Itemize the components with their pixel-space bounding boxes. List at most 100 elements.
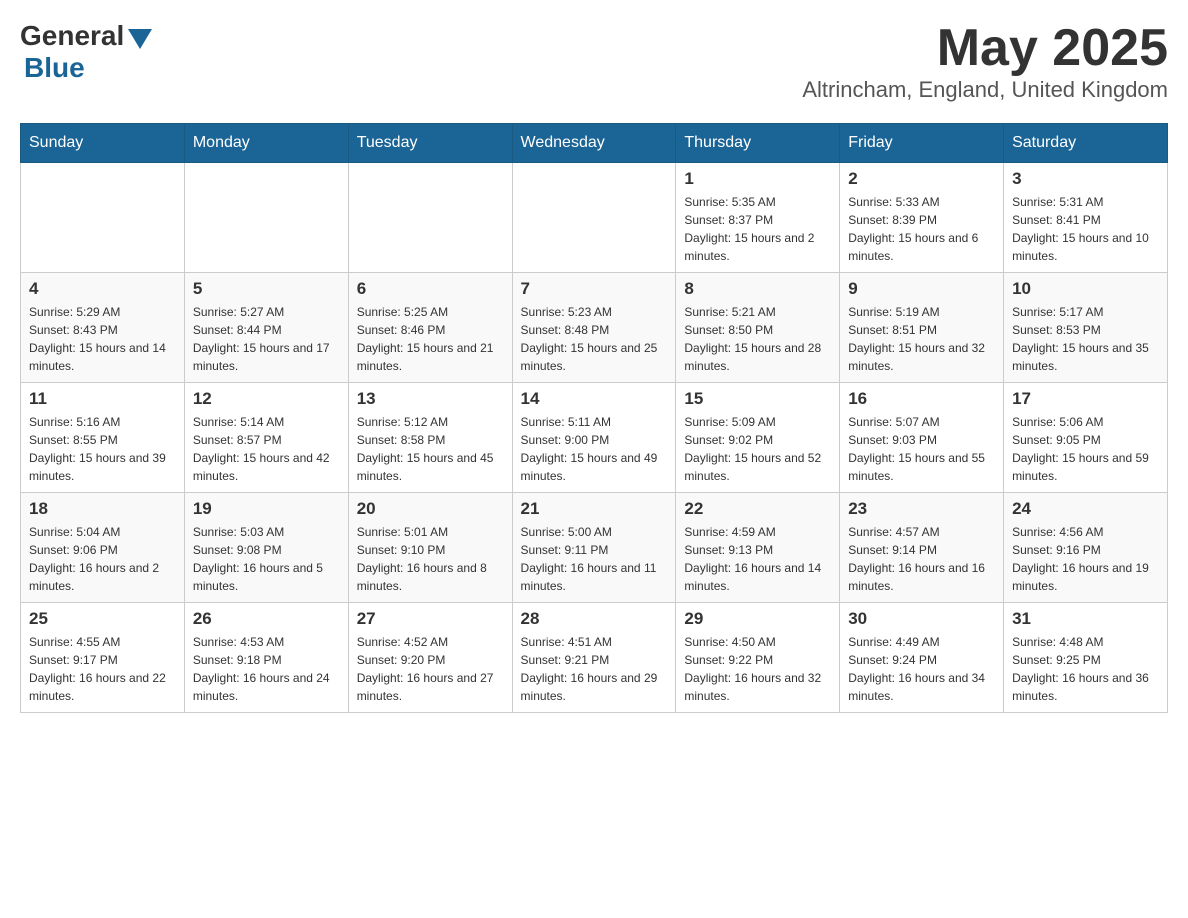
day-number: 19	[193, 499, 340, 519]
day-number: 14	[521, 389, 668, 409]
day-number: 10	[1012, 279, 1159, 299]
calendar-cell	[512, 163, 676, 273]
day-info: Sunrise: 5:04 AMSunset: 9:06 PMDaylight:…	[29, 523, 176, 595]
day-info: Sunrise: 5:29 AMSunset: 8:43 PMDaylight:…	[29, 303, 176, 375]
day-info: Sunrise: 5:14 AMSunset: 8:57 PMDaylight:…	[193, 413, 340, 485]
calendar-cell: 4 Sunrise: 5:29 AMSunset: 8:43 PMDaylight…	[21, 273, 185, 383]
day-info: Sunrise: 4:52 AMSunset: 9:20 PMDaylight:…	[357, 633, 504, 705]
day-number: 21	[521, 499, 668, 519]
calendar-cell: 18 Sunrise: 5:04 AMSunset: 9:06 PMDayligh…	[21, 493, 185, 603]
day-number: 22	[684, 499, 831, 519]
calendar-cell: 11 Sunrise: 5:16 AMSunset: 8:55 PMDayligh…	[21, 383, 185, 493]
calendar-cell: 24Sunrise: 4:56 AMSunset: 9:16 PMDayligh…	[1004, 493, 1168, 603]
calendar-week-row: 1Sunrise: 5:35 AMSunset: 8:37 PMDaylight…	[21, 163, 1168, 273]
day-info: Sunrise: 5:01 AMSunset: 9:10 PMDaylight:…	[357, 523, 504, 595]
calendar-cell: 2 Sunrise: 5:33 AMSunset: 8:39 PMDaylight…	[840, 163, 1004, 273]
day-number: 31	[1012, 609, 1159, 629]
day-info: Sunrise: 5:12 AMSunset: 8:58 PMDaylight:…	[357, 413, 504, 485]
day-info: Sunrise: 5:25 AMSunset: 8:46 PMDaylight:…	[357, 303, 504, 375]
day-info: Sunrise: 5:31 AMSunset: 8:41 PMDaylight:…	[1012, 193, 1159, 265]
calendar-cell: 26Sunrise: 4:53 AMSunset: 9:18 PMDayligh…	[184, 603, 348, 713]
day-number: 13	[357, 389, 504, 409]
month-title: May 2025	[802, 20, 1168, 77]
calendar-cell: 29 Sunrise: 4:50 AMSunset: 9:22 PMDayligh…	[676, 603, 840, 713]
day-number: 23	[848, 499, 995, 519]
day-header-saturday: Saturday	[1004, 124, 1168, 163]
logo-general-text: General	[20, 20, 124, 52]
calendar-cell: 9 Sunrise: 5:19 AMSunset: 8:51 PMDaylight…	[840, 273, 1004, 383]
day-info: Sunrise: 5:33 AMSunset: 8:39 PMDaylight:…	[848, 193, 995, 265]
day-info: Sunrise: 4:59 AMSunset: 9:13 PMDaylight:…	[684, 523, 831, 595]
day-info: Sunrise: 5:27 AMSunset: 8:44 PMDaylight:…	[193, 303, 340, 375]
location-title: Altrincham, England, United Kingdom	[802, 77, 1168, 103]
day-number: 3	[1012, 169, 1159, 189]
day-header-tuesday: Tuesday	[348, 124, 512, 163]
day-header-monday: Monday	[184, 124, 348, 163]
day-info: Sunrise: 5:19 AMSunset: 8:51 PMDaylight:…	[848, 303, 995, 375]
calendar-cell: 16Sunrise: 5:07 AMSunset: 9:03 PMDayligh…	[840, 383, 1004, 493]
day-info: Sunrise: 5:23 AMSunset: 8:48 PMDaylight:…	[521, 303, 668, 375]
day-number: 1	[684, 169, 831, 189]
day-info: Sunrise: 5:00 AMSunset: 9:11 PMDaylight:…	[521, 523, 668, 595]
calendar-cell: 28Sunrise: 4:51 AMSunset: 9:21 PMDayligh…	[512, 603, 676, 713]
logo: General Blue	[20, 20, 152, 84]
calendar-cell: 5Sunrise: 5:27 AMSunset: 8:44 PMDaylight…	[184, 273, 348, 383]
day-info: Sunrise: 4:50 AMSunset: 9:22 PMDaylight:…	[684, 633, 831, 705]
day-number: 28	[521, 609, 668, 629]
calendar-cell: 30Sunrise: 4:49 AMSunset: 9:24 PMDayligh…	[840, 603, 1004, 713]
calendar-cell: 3 Sunrise: 5:31 AMSunset: 8:41 PMDaylight…	[1004, 163, 1168, 273]
calendar-cell: 17 Sunrise: 5:06 AMSunset: 9:05 PMDayligh…	[1004, 383, 1168, 493]
calendar-cell: 20 Sunrise: 5:01 AMSunset: 9:10 PMDayligh…	[348, 493, 512, 603]
day-number: 12	[193, 389, 340, 409]
day-info: Sunrise: 4:55 AMSunset: 9:17 PMDaylight:…	[29, 633, 176, 705]
day-header-thursday: Thursday	[676, 124, 840, 163]
day-info: Sunrise: 5:03 AMSunset: 9:08 PMDaylight:…	[193, 523, 340, 595]
logo-blue-text: Blue	[24, 52, 85, 84]
calendar-week-row: 25 Sunrise: 4:55 AMSunset: 9:17 PMDayligh…	[21, 603, 1168, 713]
day-number: 25	[29, 609, 176, 629]
day-number: 20	[357, 499, 504, 519]
calendar-cell: 12 Sunrise: 5:14 AMSunset: 8:57 PMDayligh…	[184, 383, 348, 493]
calendar-week-row: 11 Sunrise: 5:16 AMSunset: 8:55 PMDayligh…	[21, 383, 1168, 493]
day-info: Sunrise: 5:06 AMSunset: 9:05 PMDaylight:…	[1012, 413, 1159, 485]
day-number: 11	[29, 389, 176, 409]
calendar-cell: 22 Sunrise: 4:59 AMSunset: 9:13 PMDayligh…	[676, 493, 840, 603]
day-info: Sunrise: 5:16 AMSunset: 8:55 PMDaylight:…	[29, 413, 176, 485]
calendar-cell	[348, 163, 512, 273]
day-info: Sunrise: 5:11 AMSunset: 9:00 PMDaylight:…	[521, 413, 668, 485]
calendar-week-row: 4 Sunrise: 5:29 AMSunset: 8:43 PMDaylight…	[21, 273, 1168, 383]
calendar-table: SundayMondayTuesdayWednesdayThursdayFrid…	[20, 123, 1168, 713]
day-info: Sunrise: 5:17 AMSunset: 8:53 PMDaylight:…	[1012, 303, 1159, 375]
calendar-cell: 31 Sunrise: 4:48 AMSunset: 9:25 PMDayligh…	[1004, 603, 1168, 713]
calendar-body: 1Sunrise: 5:35 AMSunset: 8:37 PMDaylight…	[21, 163, 1168, 713]
day-number: 16	[848, 389, 995, 409]
calendar-cell: 7 Sunrise: 5:23 AMSunset: 8:48 PMDaylight…	[512, 273, 676, 383]
day-number: 4	[29, 279, 176, 299]
day-header-friday: Friday	[840, 124, 1004, 163]
day-number: 29	[684, 609, 831, 629]
day-number: 27	[357, 609, 504, 629]
calendar-week-row: 18 Sunrise: 5:04 AMSunset: 9:06 PMDayligh…	[21, 493, 1168, 603]
day-number: 9	[848, 279, 995, 299]
day-info: Sunrise: 4:57 AMSunset: 9:14 PMDaylight:…	[848, 523, 995, 595]
day-number: 8	[684, 279, 831, 299]
day-info: Sunrise: 4:49 AMSunset: 9:24 PMDaylight:…	[848, 633, 995, 705]
day-number: 26	[193, 609, 340, 629]
day-number: 6	[357, 279, 504, 299]
day-info: Sunrise: 4:56 AMSunset: 9:16 PMDaylight:…	[1012, 523, 1159, 595]
calendar-cell: 25 Sunrise: 4:55 AMSunset: 9:17 PMDayligh…	[21, 603, 185, 713]
calendar-cell	[184, 163, 348, 273]
calendar-cell: 1Sunrise: 5:35 AMSunset: 8:37 PMDaylight…	[676, 163, 840, 273]
day-headers-row: SundayMondayTuesdayWednesdayThursdayFrid…	[21, 124, 1168, 163]
calendar-cell	[21, 163, 185, 273]
day-number: 18	[29, 499, 176, 519]
calendar-cell: 13 Sunrise: 5:12 AMSunset: 8:58 PMDayligh…	[348, 383, 512, 493]
day-number: 17	[1012, 389, 1159, 409]
calendar-cell: 8 Sunrise: 5:21 AMSunset: 8:50 PMDaylight…	[676, 273, 840, 383]
day-info: Sunrise: 5:21 AMSunset: 8:50 PMDaylight:…	[684, 303, 831, 375]
calendar-cell: 19 Sunrise: 5:03 AMSunset: 9:08 PMDayligh…	[184, 493, 348, 603]
day-info: Sunrise: 4:48 AMSunset: 9:25 PMDaylight:…	[1012, 633, 1159, 705]
day-number: 2	[848, 169, 995, 189]
day-header-wednesday: Wednesday	[512, 124, 676, 163]
day-number: 7	[521, 279, 668, 299]
